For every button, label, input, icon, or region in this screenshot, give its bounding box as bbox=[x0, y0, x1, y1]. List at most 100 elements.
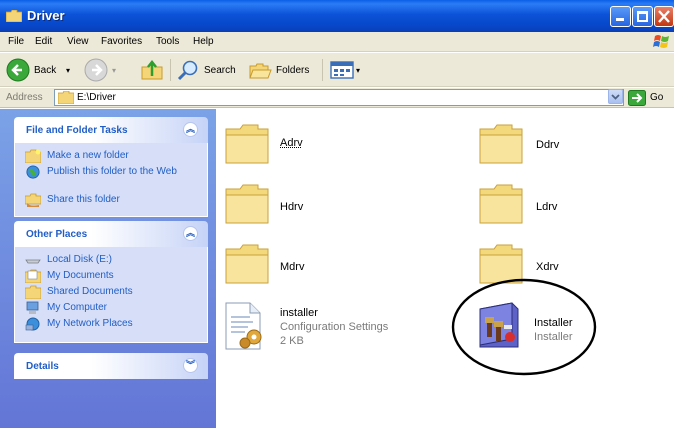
item-name: Xdrv bbox=[536, 261, 559, 273]
item-name: Mdrv bbox=[280, 261, 305, 273]
menu-help[interactable]: Help bbox=[193, 36, 214, 47]
window-title: Driver bbox=[27, 8, 65, 23]
place-local-disk[interactable]: Local Disk (E:) bbox=[15, 253, 207, 269]
share-folder-icon bbox=[25, 193, 41, 207]
collapse-icon[interactable]: ︽ bbox=[183, 122, 198, 137]
drive-icon bbox=[25, 259, 41, 264]
panel-header[interactable]: File and Folder Tasks ︽ bbox=[14, 117, 208, 143]
file-list: Adrv Ddrv Hdrv Ldrv Mdrv Xdrv installer … bbox=[216, 109, 674, 428]
collapse-icon[interactable]: ︽ bbox=[183, 226, 198, 241]
close-button[interactable] bbox=[654, 6, 674, 27]
task-label: Publish this folder to the Web bbox=[47, 166, 177, 177]
panel-title: Other Places bbox=[26, 229, 88, 240]
address-dropdown-button[interactable] bbox=[608, 89, 623, 104]
toolbar-separator bbox=[322, 59, 323, 81]
back-dropdown-icon[interactable]: ▾ bbox=[66, 66, 70, 75]
folder-item-ldrv[interactable]: Ldrv bbox=[478, 181, 608, 231]
file-item-installer-config[interactable]: installer Configuration Settings 2 KB bbox=[220, 299, 420, 355]
panel-title: Details bbox=[26, 361, 59, 372]
folders-button[interactable]: Folders bbox=[248, 58, 316, 82]
go-label: Go bbox=[650, 92, 664, 103]
item-name: Installer bbox=[534, 317, 573, 329]
task-publish-web[interactable]: Publish this folder to the Web bbox=[15, 165, 207, 193]
item-name: Hdrv bbox=[280, 201, 304, 213]
explorer-window: Driver File Edit View Favorites Tools He… bbox=[0, 0, 674, 428]
windows-logo-icon bbox=[653, 35, 669, 48]
menu-favorites[interactable]: Favorites bbox=[101, 36, 142, 47]
place-shared-documents[interactable]: Shared Documents bbox=[15, 285, 207, 301]
config-settings-icon bbox=[225, 302, 262, 350]
maximize-icon bbox=[637, 11, 648, 22]
my-documents-icon bbox=[25, 269, 41, 283]
place-my-network-places[interactable]: My Network Places bbox=[15, 317, 207, 333]
task-make-new-folder[interactable]: Make a new folder bbox=[15, 149, 207, 165]
folder-icon bbox=[25, 285, 41, 299]
globe-icon bbox=[26, 165, 40, 179]
folder-icon bbox=[6, 10, 22, 22]
views-icon bbox=[330, 61, 354, 79]
task-share-folder[interactable]: Share this folder bbox=[15, 193, 207, 209]
up-folder-icon bbox=[141, 59, 163, 80]
search-label: Search bbox=[204, 65, 236, 76]
search-button[interactable]: Search bbox=[176, 58, 240, 82]
installer-icon bbox=[479, 302, 519, 348]
forward-button[interactable]: ▾ bbox=[84, 58, 124, 82]
place-label: Local Disk (E:) bbox=[47, 254, 113, 265]
item-description: Installer bbox=[534, 331, 573, 343]
go-button[interactable]: Go bbox=[628, 90, 672, 106]
maximize-button[interactable] bbox=[632, 6, 653, 27]
folder-icon bbox=[225, 124, 269, 164]
views-dropdown-icon[interactable]: ▾ bbox=[356, 66, 360, 75]
panel-header[interactable]: Other Places ︽ bbox=[14, 221, 208, 247]
folder-item-hdrv[interactable]: Hdrv bbox=[224, 181, 354, 231]
folder-item-adrv[interactable]: Adrv bbox=[224, 121, 354, 171]
item-type: Configuration Settings bbox=[280, 321, 389, 333]
chevron-down-icon bbox=[611, 94, 620, 100]
item-name: Adrv bbox=[280, 137, 303, 149]
expand-icon[interactable]: ︾ bbox=[183, 358, 198, 373]
folder-icon bbox=[225, 184, 269, 224]
file-item-installer-app[interactable]: Installer Installer bbox=[448, 277, 598, 377]
minimize-button[interactable] bbox=[610, 6, 631, 27]
item-name: Ldrv bbox=[536, 201, 558, 213]
network-icon bbox=[25, 317, 40, 331]
menu-edit[interactable]: Edit bbox=[35, 36, 52, 47]
forward-dropdown-icon[interactable]: ▾ bbox=[112, 66, 116, 75]
back-button[interactable]: Back ▾ bbox=[6, 58, 78, 82]
item-size: 2 KB bbox=[280, 335, 304, 347]
folder-icon bbox=[225, 244, 269, 284]
place-my-computer[interactable]: My Computer bbox=[15, 301, 207, 317]
menu-file[interactable]: File bbox=[8, 36, 24, 47]
go-arrow-icon bbox=[628, 90, 646, 106]
folder-icon bbox=[58, 91, 74, 104]
details-panel: Details ︾ bbox=[14, 353, 208, 379]
views-button[interactable]: ▾ bbox=[330, 58, 366, 82]
back-label: Back bbox=[34, 65, 57, 76]
title-bar[interactable]: Driver bbox=[0, 0, 674, 32]
folder-item-mdrv[interactable]: Mdrv bbox=[224, 241, 354, 291]
folder-item-ddrv[interactable]: Ddrv bbox=[478, 121, 608, 171]
search-icon bbox=[177, 60, 198, 81]
computer-icon bbox=[26, 301, 39, 314]
other-places-panel: Other Places ︽ Local Disk (E:) My Docume… bbox=[14, 221, 208, 343]
place-label: My Documents bbox=[47, 270, 114, 281]
menu-bar: File Edit View Favorites Tools Help bbox=[0, 32, 674, 52]
item-name: installer bbox=[280, 307, 318, 319]
place-my-documents[interactable]: My Documents bbox=[15, 269, 207, 285]
address-input[interactable]: E:\Driver bbox=[54, 89, 624, 106]
folders-icon bbox=[249, 63, 272, 79]
address-value: E:\Driver bbox=[77, 92, 116, 103]
forward-arrow-icon bbox=[84, 58, 108, 82]
folder-icon bbox=[479, 124, 523, 164]
folder-icon bbox=[479, 184, 523, 224]
menu-tools[interactable]: Tools bbox=[156, 36, 179, 47]
up-folder-button[interactable] bbox=[140, 58, 164, 82]
task-label: Share this folder bbox=[47, 194, 120, 205]
menu-view[interactable]: View bbox=[67, 36, 89, 47]
toolbar-separator bbox=[170, 59, 171, 81]
panel-title: File and Folder Tasks bbox=[26, 125, 128, 136]
address-bar: Address E:\Driver Go bbox=[0, 88, 674, 108]
item-name: Ddrv bbox=[536, 139, 560, 151]
panel-header[interactable]: Details ︾ bbox=[14, 353, 208, 379]
place-label: My Network Places bbox=[47, 318, 133, 329]
